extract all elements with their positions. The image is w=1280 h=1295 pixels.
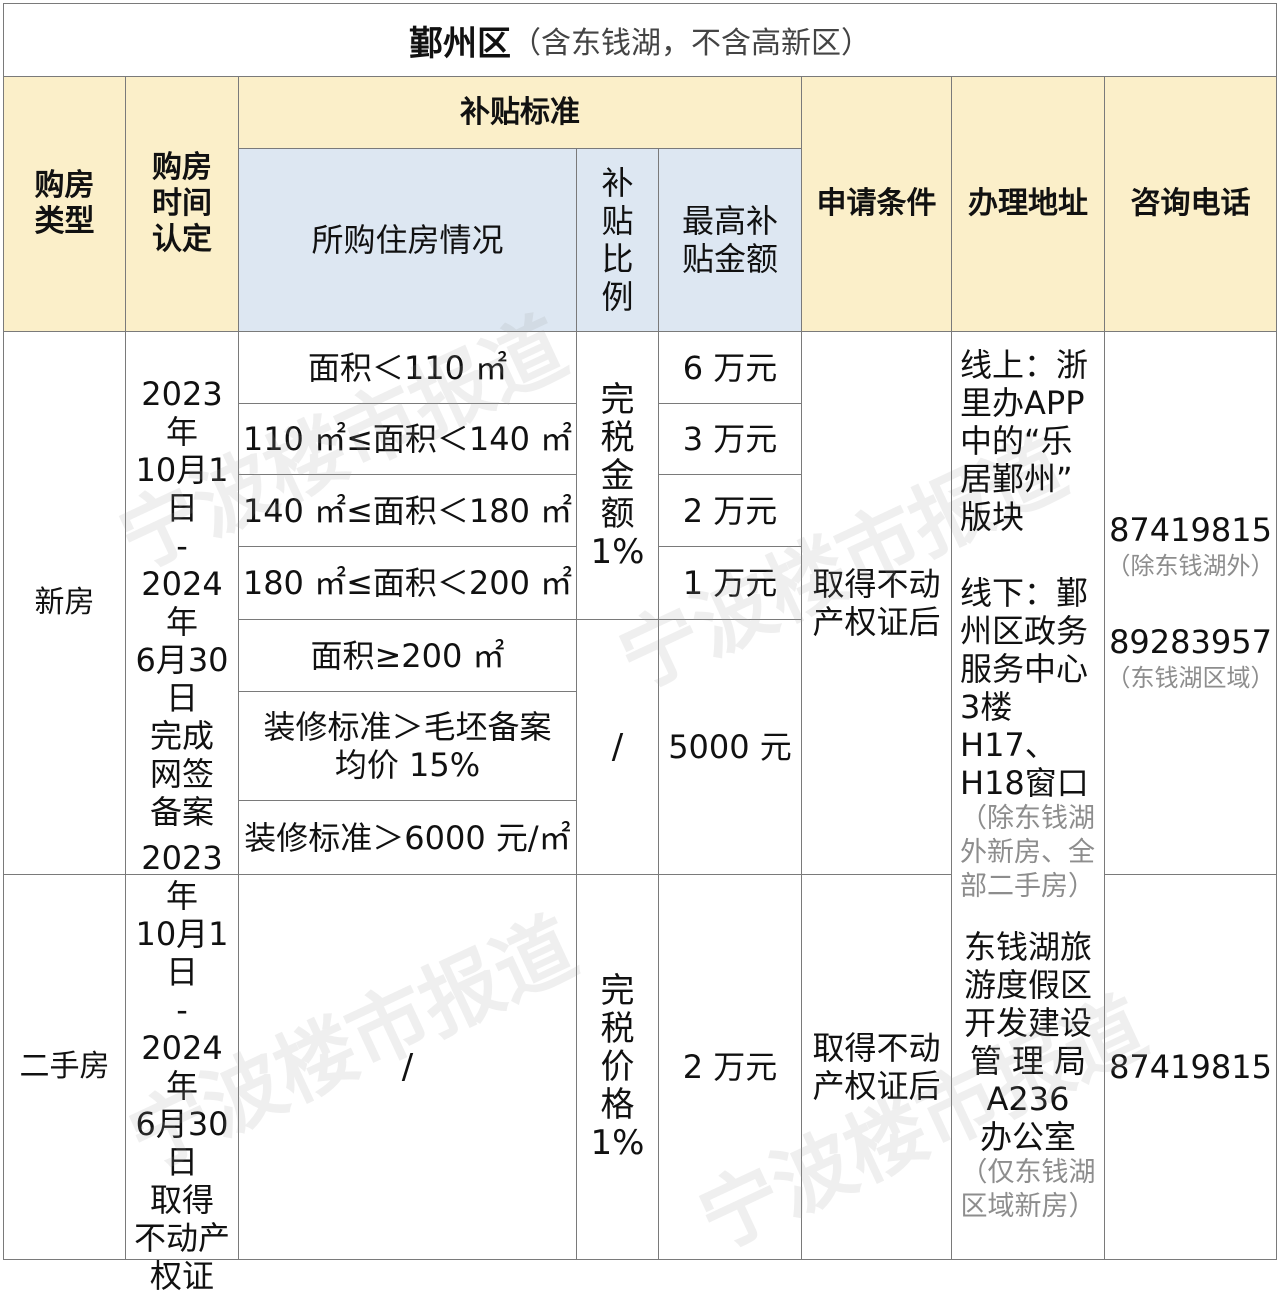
second-house-condition: 取得不动 产权证后 <box>801 874 952 1260</box>
header-address: 办理地址 <box>951 76 1105 332</box>
header-type: 购房类型 <box>3 76 126 332</box>
amount-row-1: 6 万元 <box>658 331 802 404</box>
header-max: 最高补贴金额 <box>658 148 802 332</box>
header-ratio: 补贴比例 <box>576 148 659 332</box>
area-row-2: 110 ㎡≤面积＜140 ㎡ <box>238 403 577 475</box>
new-house-condition: 取得不动 产权证后 <box>801 331 952 875</box>
amount-row-3: 2 万元 <box>658 474 802 547</box>
phone-number: 89283957 <box>1109 623 1272 661</box>
area-row-4: 180 ㎡≤面积＜200 ㎡ <box>238 546 577 620</box>
header-situation: 所购住房情况 <box>238 148 577 332</box>
deco-row-2: 装修标准＞6000 元/㎡ <box>238 800 577 875</box>
header-condition: 申请条件 <box>801 76 952 332</box>
title-main: 鄞州区 <box>409 23 511 64</box>
new-house-ratio: 完 税 金 额 1% <box>576 331 659 620</box>
second-house-amount: 2 万元 <box>658 874 802 1260</box>
second-house-situation: / <box>238 874 577 1260</box>
amount-row-4: 1 万元 <box>658 546 802 620</box>
title-note: （含东钱湖，不含高新区） <box>511 26 871 61</box>
second-house-ratio: 完 税 价 格 1% <box>576 874 659 1260</box>
header-time: 购房时间认定 <box>125 76 239 332</box>
amount-row-2: 3 万元 <box>658 403 802 475</box>
area-row-1: 面积＜110 ㎡ <box>238 331 577 404</box>
header-standard: 补贴标准 <box>238 76 802 149</box>
second-house-phone: 87419815 <box>1104 874 1277 1260</box>
phone-note: （除东钱湖外） <box>1106 552 1275 580</box>
new-house-type: 新房 <box>3 331 126 875</box>
new-house-address: 线上：浙 里办APP 中的“乐 居鄞州” 版块 线下：鄞 州区政务 服务中心 3… <box>951 331 1105 911</box>
deco-amount: 5000 元 <box>658 619 802 875</box>
area-row-3: 140 ㎡≤面积＜180 ㎡ <box>238 474 577 547</box>
header-phone: 咨询电话 <box>1104 76 1277 332</box>
phone-note: （东钱湖区域） <box>1106 664 1275 692</box>
table-title: 鄞州区 （含东钱湖，不含高新区） <box>3 3 1277 77</box>
second-house-type: 二手房 <box>3 874 126 1260</box>
area-row-5: 面积≥200 ㎡ <box>238 619 577 692</box>
deco-ratio: / <box>576 619 659 875</box>
phone-number: 87419815 <box>1109 511 1272 549</box>
second-house-time: 2023年 10月1日 - 2024年 6月30日 取得 不动产 权证 <box>125 839 239 1295</box>
new-house-time: 2023年 10月1日 - 2024年 6月30日 完成 网签 备案 <box>125 331 239 875</box>
phone-number: 87419815 <box>1109 1048 1272 1086</box>
new-house-phone: 87419815 （除东钱湖外） 89283957 （东钱湖区域） <box>1104 331 1277 875</box>
second-house-address: 东钱湖旅 游度假区 开发建设 管 理 局 A236 办公室 （仅东钱湖 区域新房… <box>951 910 1105 1260</box>
deco-row-1: 装修标准＞毛坯备案 均价 15% <box>238 691 577 801</box>
